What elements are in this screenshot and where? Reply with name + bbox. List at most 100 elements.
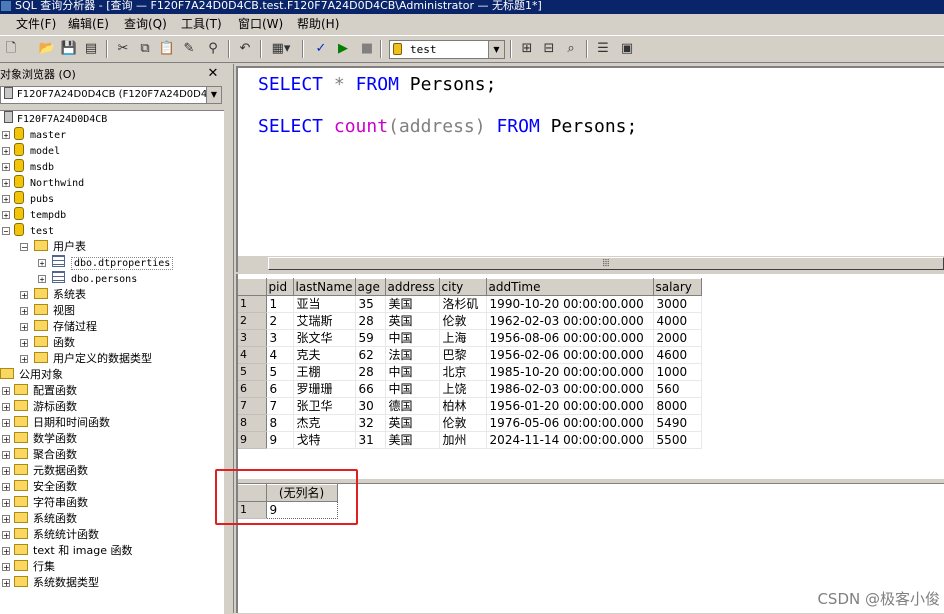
- tree-db-model[interactable]: + model: [2, 143, 60, 159]
- table-cell[interactable]: 加州: [439, 431, 487, 449]
- expand-icon[interactable]: +: [2, 467, 10, 476]
- table-cell[interactable]: 洛杉矶: [439, 295, 487, 313]
- table-cell[interactable]: 1976-05-06 00:00:00.000: [486, 414, 654, 432]
- tree-aggregate-functions[interactable]: + 聚合函数: [2, 447, 77, 463]
- table-cell[interactable]: 1000: [653, 363, 702, 381]
- table-cell[interactable]: 北京: [439, 363, 487, 381]
- tree-system-tables[interactable]: + 系统表: [20, 287, 86, 303]
- stop-query-icon[interactable]: ■: [358, 40, 376, 58]
- tree-metadata-functions[interactable]: + 元数据函数: [2, 463, 88, 479]
- tree-server-node[interactable]: F120F7A24D0D4CB: [4, 111, 107, 127]
- collapse-icon[interactable]: −: [2, 227, 10, 236]
- row-number[interactable]: 4: [238, 346, 267, 364]
- tree-math-functions[interactable]: + 数学函数: [2, 431, 77, 447]
- clear-window-icon[interactable]: ✎: [180, 40, 198, 58]
- table-cell[interactable]: 1962-02-03 00:00:00.000: [486, 312, 654, 330]
- row-number[interactable]: 1: [238, 295, 267, 313]
- table-cell[interactable]: 59: [355, 329, 386, 347]
- expand-icon[interactable]: +: [2, 131, 10, 140]
- expand-icon[interactable]: +: [2, 403, 10, 412]
- save-icon[interactable]: 💾: [60, 40, 78, 58]
- table-cell[interactable]: 伦敦: [439, 312, 487, 330]
- row-number[interactable]: 3: [238, 329, 267, 347]
- menu-window[interactable]: 窗口(W): [238, 16, 283, 32]
- table-cell[interactable]: 2000: [653, 329, 702, 347]
- table-cell[interactable]: 柏林: [439, 397, 487, 415]
- tree-system-functions[interactable]: + 系统函数: [2, 511, 77, 527]
- expand-icon[interactable]: +: [2, 435, 10, 444]
- expand-icon[interactable]: +: [2, 387, 10, 396]
- table-cell[interactable]: 31: [355, 431, 386, 449]
- expand-icon[interactable]: +: [20, 339, 28, 348]
- table-cell[interactable]: 戈特: [293, 431, 356, 449]
- column-header[interactable]: city: [439, 278, 487, 296]
- expand-icon[interactable]: +: [38, 275, 46, 284]
- expand-icon[interactable]: +: [2, 147, 10, 156]
- menu-query[interactable]: 查询(Q): [124, 16, 167, 32]
- menu-edit[interactable]: 编辑(E): [68, 16, 109, 32]
- table-cell[interactable]: 法国: [385, 346, 440, 364]
- table-cell[interactable]: 1985-10-20 00:00:00.000: [486, 363, 654, 381]
- table-cell[interactable]: 英国: [385, 414, 440, 432]
- results-mode-icon[interactable]: ▦▾: [268, 40, 294, 58]
- database-select[interactable]: test ▼: [389, 40, 505, 59]
- find-icon[interactable]: ⚲: [204, 40, 222, 58]
- table-cell[interactable]: 艾瑞斯: [293, 312, 356, 330]
- object-search-icon[interactable]: ⌕: [562, 40, 580, 58]
- table-cell[interactable]: 1990-10-20 00:00:00.000: [486, 295, 654, 313]
- table-row[interactable]: 1 1 亚当 35 美国 洛杉矶 1990-10-20 00:00:00.000 3000: [238, 295, 702, 313]
- table-cell[interactable]: 35: [355, 295, 386, 313]
- sql-editor[interactable]: SELECT * FROM Persons; SELECT count(addr…: [236, 66, 944, 256]
- table-cell[interactable]: 克夫: [293, 346, 356, 364]
- tree-stored-procedures[interactable]: + 存储过程: [20, 319, 97, 335]
- table-cell[interactable]: 德国: [385, 397, 440, 415]
- tree-user-tables[interactable]: − 用户表: [20, 239, 86, 255]
- expand-icon[interactable]: +: [2, 179, 10, 188]
- copy-icon[interactable]: ⧉: [136, 40, 154, 58]
- table-cell[interactable]: 560: [653, 380, 702, 398]
- menu-file[interactable]: 文件(F): [16, 16, 56, 32]
- paste-icon[interactable]: 📋: [158, 40, 176, 58]
- table-cell[interactable]: 美国: [385, 295, 440, 313]
- tree-cursor-functions[interactable]: + 游标函数: [2, 399, 77, 415]
- table-cell[interactable]: 5: [266, 363, 294, 381]
- column-header[interactable]: lastName: [293, 278, 356, 296]
- table-row[interactable]: 4 4 克夫 62 法国 巴黎 1956-02-06 00:00:00.000 4600: [238, 346, 702, 364]
- tree-functions[interactable]: + 函数: [20, 335, 75, 351]
- row-number[interactable]: 5: [238, 363, 267, 381]
- table-cell[interactable]: 美国: [385, 431, 440, 449]
- table-row[interactable]: 6 6 罗珊珊 66 中国 上饶 1986-02-03 00:00:00.000 560: [238, 380, 702, 398]
- tree-views[interactable]: + 视图: [20, 303, 75, 319]
- table-cell[interactable]: 上海: [439, 329, 487, 347]
- column-header[interactable]: addTime: [486, 278, 654, 296]
- table-row[interactable]: 2 2 艾瑞斯 28 英国 伦敦 1962-02-03 00:00:00.000 4000: [238, 312, 702, 330]
- table-cell[interactable]: 伦敦: [439, 414, 487, 432]
- tree-string-functions[interactable]: + 字符串函数: [2, 495, 88, 511]
- tree-datetime-functions[interactable]: + 日期和时间函数: [2, 415, 110, 431]
- table-cell[interactable]: 王棚: [293, 363, 356, 381]
- pane-splitter[interactable]: [226, 64, 234, 613]
- table-cell[interactable]: 1986-02-03 00:00:00.000: [486, 380, 654, 398]
- table-cell[interactable]: 张文华: [293, 329, 356, 347]
- expand-icon[interactable]: +: [2, 547, 10, 556]
- table-cell[interactable]: 上饶: [439, 380, 487, 398]
- tree-config-functions[interactable]: + 配置函数: [2, 383, 77, 399]
- table-cell[interactable]: 英国: [385, 312, 440, 330]
- table-cell[interactable]: 2: [266, 312, 294, 330]
- expand-icon[interactable]: +: [2, 579, 10, 588]
- menu-tools[interactable]: 工具(T): [181, 16, 222, 32]
- close-icon[interactable]: ✕: [206, 67, 220, 81]
- tree-db-msdb[interactable]: + msdb: [2, 159, 54, 175]
- object-browser-icon[interactable]: ⊟: [540, 40, 558, 58]
- scrollbar-thumb[interactable]: ⦙⦙⦙: [268, 257, 944, 270]
- expand-icon[interactable]: +: [2, 531, 10, 540]
- undo-icon[interactable]: ↶: [236, 40, 254, 58]
- cut-icon[interactable]: ✂: [114, 40, 132, 58]
- row-number[interactable]: 8: [238, 414, 267, 432]
- properties-icon[interactable]: ☰: [594, 40, 612, 58]
- new-query-icon[interactable]: 🗋: [2, 40, 20, 58]
- tree-db-tempdb[interactable]: + tempdb: [2, 207, 66, 223]
- show-results-pane-icon[interactable]: ▣: [618, 40, 636, 58]
- column-header[interactable]: age: [355, 278, 386, 296]
- table-cell[interactable]: 8: [266, 414, 294, 432]
